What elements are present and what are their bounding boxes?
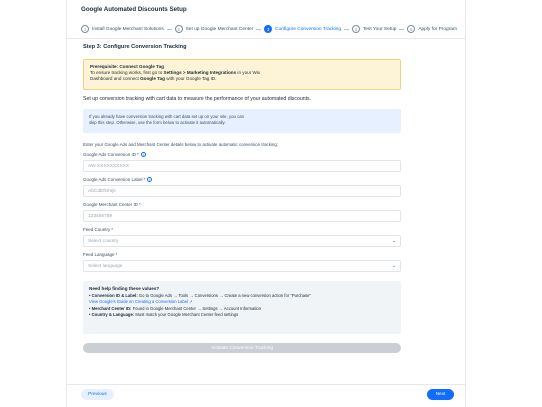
background-right	[476, 0, 542, 407]
info-icon[interactable]: i	[147, 177, 153, 182]
help-item-text: Must match your Google Merchant Center f…	[134, 312, 239, 318]
stepper: 1 Install Google Merchant Solutions 2 Se…	[81, 23, 457, 35]
select-placeholder: Select country	[88, 238, 119, 244]
footer-divider	[67, 384, 465, 385]
step-number: 1	[81, 25, 89, 33]
chevron-down-icon: ⌄	[392, 263, 396, 268]
conversion-label-label: Google Ads Conversion Label * i	[83, 177, 401, 182]
step-label: Apply for Program	[418, 26, 457, 32]
step-separator	[344, 28, 349, 30]
help-item-title: Merchant Center ID:	[91, 305, 132, 311]
field-label-text: Google Ads Conversion ID	[83, 152, 137, 157]
prereq-text: with your Google Tag ID.	[165, 76, 217, 81]
select-placeholder: Select language	[88, 263, 123, 269]
input-placeholder: AbCdEfGhIjk	[88, 188, 116, 194]
input-placeholder: 123456789	[88, 213, 113, 219]
intro-text: Set up conversion tracking with cart dat…	[83, 96, 312, 102]
step-number: 4	[351, 25, 360, 33]
prerequisite-notice: Prerequisite: Connect Google Tag To ensu…	[83, 59, 401, 90]
step-3[interactable]: 3 Configure Conversion Tracking	[264, 25, 341, 33]
step-separator	[399, 28, 405, 30]
activate-conversion-button[interactable]: Activate Conversion Tracking	[83, 343, 401, 353]
chevron-down-icon: ⌄	[392, 238, 396, 243]
conversion-label-input[interactable]: AbCdEfGhIjk	[83, 185, 401, 197]
setup-modal: Google Automated Discounts Setup 1 Insta…	[66, 0, 466, 407]
info-line: skip this step. Otherwise, use the form …	[89, 119, 226, 125]
step-number: 3	[264, 25, 273, 33]
step-separator	[166, 28, 172, 30]
info-notice: If you already have conversion tracking …	[83, 109, 401, 133]
field-label-text: Google Ads Conversion Label	[83, 177, 143, 182]
background-left	[0, 0, 66, 407]
step-separator	[256, 28, 262, 30]
modal-title: Google Automated Discounts Setup	[81, 6, 187, 13]
next-button[interactable]: Next	[427, 389, 454, 400]
step-2[interactable]: 2 Set up Google Merchant Center	[174, 25, 254, 33]
merchant-id-label: Google Merchant Center ID *	[83, 202, 141, 207]
prereq-text: To ensure tracking works, first go to	[90, 70, 164, 75]
prereq-title: Prerequisite: Connect Google Tag	[90, 64, 164, 69]
feed-country-select[interactable]: Select country ⌄	[83, 235, 401, 247]
help-box: Need help finding these values? • Conver…	[83, 281, 401, 334]
step-number: 2	[174, 25, 183, 33]
help-item: • Conversion ID & Label: Go to Google Ad…	[89, 292, 311, 298]
guide-link[interactable]: View Google's Guide on Creating a Conver…	[89, 299, 395, 306]
merchant-id-input[interactable]: 123456789	[83, 210, 401, 222]
step-label: Set up Google Merchant Center	[185, 26, 254, 32]
step-4[interactable]: 4 Test Your Setup	[351, 25, 397, 33]
help-item-title: Country & Language:	[91, 312, 135, 318]
prereq-google-tag: Google Tag	[140, 76, 165, 81]
help-item-text: Found in Google Merchant Center → Settin…	[131, 305, 262, 311]
step-label: Install Google Merchant Solutions	[92, 26, 164, 32]
conversion-id-input[interactable]: AW-XXXXXXXXXX	[83, 160, 401, 172]
instruction-text: Enter your Google Ads and Merchant Cente…	[83, 142, 278, 147]
prereq-text: Dashboard and connect	[90, 76, 141, 81]
step-number: 5	[407, 25, 416, 33]
help-item: • Country & Language: Must match your Go…	[89, 312, 239, 318]
field-label-text: Google Merchant Center ID	[83, 202, 139, 207]
help-title: Need help finding these values?	[89, 286, 160, 291]
field-label-text: Feed Language	[83, 252, 115, 257]
previous-button[interactable]: Previous	[81, 389, 114, 400]
prereq-settings-path: Settings > Marketing Integrations	[163, 70, 237, 75]
info-icon[interactable]: i	[140, 152, 146, 157]
help-item: • Merchant Center ID: Found in Google Me…	[89, 305, 262, 311]
header-divider	[67, 38, 465, 39]
feed-language-label: Feed Language *	[83, 252, 118, 257]
step-5[interactable]: 5 Apply for Program	[407, 25, 457, 33]
step-label: Configure Conversion Tracking	[275, 26, 342, 32]
input-placeholder: AW-XXXXXXXXXX	[88, 163, 130, 169]
feed-country-label: Feed Country *	[83, 227, 114, 232]
step-label: Test Your Setup	[362, 26, 397, 32]
step-content: Step 3: Configure Conversion Tracking Pr…	[83, 40, 401, 353]
step-title: Step 3: Configure Conversion Tracking	[83, 44, 187, 50]
prereq-text: in your Wix	[236, 70, 261, 75]
field-label-text: Feed Country	[83, 227, 111, 232]
help-item-text: Go to Google Ads → Tools → Conversions →…	[137, 292, 311, 298]
feed-language-select[interactable]: Select language ⌄	[83, 260, 401, 272]
conversion-id-label: Google Ads Conversion ID * i	[83, 152, 401, 157]
step-1[interactable]: 1 Install Google Merchant Solutions	[81, 25, 164, 33]
help-item-title: Conversion ID & Label:	[91, 292, 138, 298]
